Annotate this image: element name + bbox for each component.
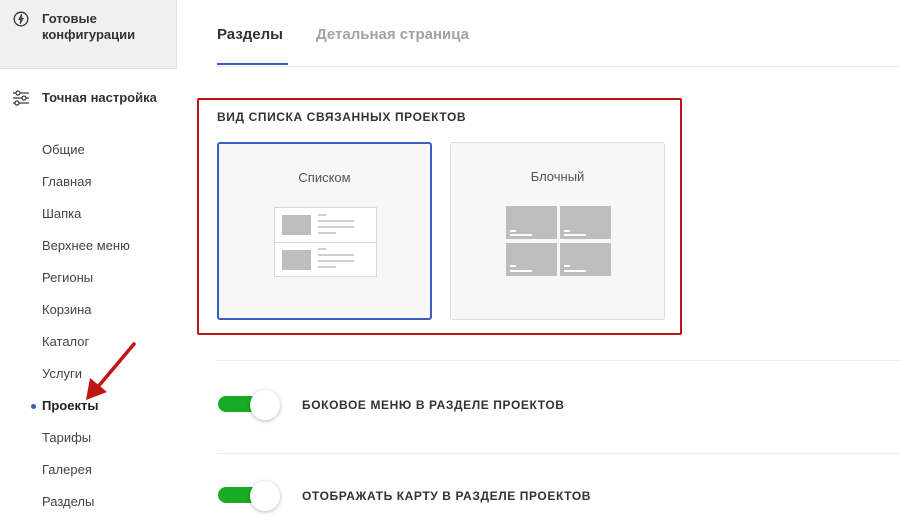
ready-configs-label: Готовые конфигурации <box>42 11 136 42</box>
option-block-view[interactable]: Блочный <box>450 142 665 320</box>
toggle-knob <box>250 390 280 420</box>
sidebar-menu-toggle-label: БОКОВОЕ МЕНЮ В РАЗДЕЛЕ ПРОЕКТОВ <box>302 398 565 412</box>
sidebar-item-header[interactable]: Шапка <box>42 206 81 222</box>
block-layout-preview <box>506 206 611 277</box>
sidebar-item-gallery[interactable]: Галерея <box>42 462 92 478</box>
option-list-view[interactable]: Списком <box>217 142 432 320</box>
sidebar-item-top-menu[interactable]: Верхнее меню <box>42 238 130 254</box>
active-indicator-dot <box>31 404 36 409</box>
list-view-title: ВИД СПИСКА СВЯЗАННЫХ ПРОЕКТОВ <box>217 110 467 124</box>
tab-detail-page[interactable]: Детальная страница <box>316 26 469 44</box>
sidebar-item-tariffs[interactable]: Тарифы <box>42 430 91 446</box>
tab-bar: Разделы Детальная страница <box>217 0 900 67</box>
fine-tuning-label: Точная настройка <box>42 90 157 105</box>
divider <box>217 453 900 454</box>
sidebar-item-sections[interactable]: Разделы <box>42 494 94 510</box>
sidebar-menu-toggle[interactable] <box>218 390 280 420</box>
show-map-toggle-label: ОТОБРАЖАТЬ КАРТУ В РАЗДЕЛЕ ПРОЕКТОВ <box>302 489 592 503</box>
sidebar-item-services[interactable]: Услуги <box>42 366 82 382</box>
red-arrow-icon <box>86 342 136 400</box>
sidebar: Готовые конфигурации Точная настройка Об… <box>0 0 177 521</box>
option-block-label: Блочный <box>530 169 585 184</box>
show-map-toggle[interactable] <box>218 481 280 511</box>
sidebar-item-cart[interactable]: Корзина <box>42 302 92 318</box>
option-list-label: Списком <box>298 170 351 185</box>
active-tab-underline <box>217 63 288 65</box>
sidebar-item-regions[interactable]: Регионы <box>42 270 93 286</box>
list-layout-preview <box>274 207 377 277</box>
configuration-circle-icon <box>13 11 29 27</box>
sidebar-item-main[interactable]: Главная <box>42 174 91 190</box>
sliders-icon <box>13 90 29 106</box>
toggle-knob <box>250 481 280 511</box>
sidebar-item-general[interactable]: Общие <box>42 142 85 158</box>
divider <box>217 360 900 361</box>
tab-sections[interactable]: Разделы <box>217 26 283 44</box>
ready-configs-section[interactable]: Готовые конфигурации <box>0 0 177 69</box>
